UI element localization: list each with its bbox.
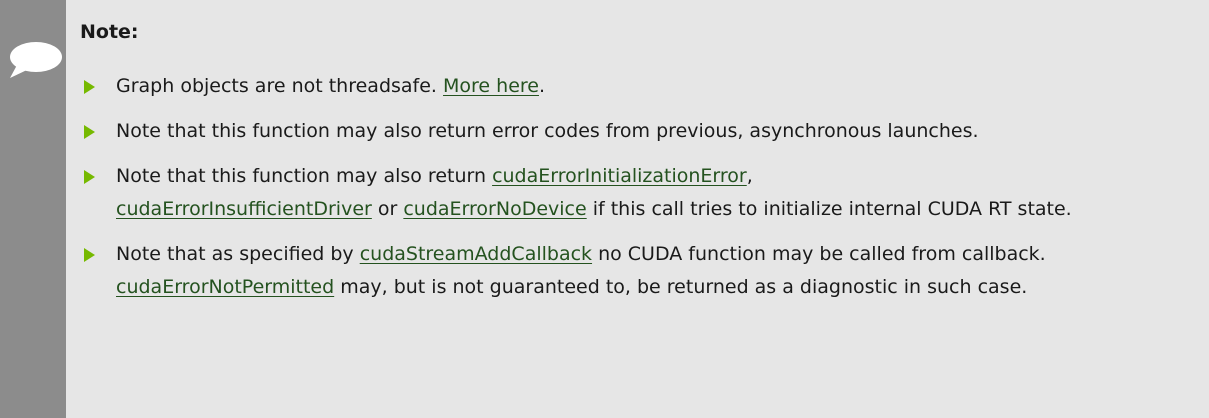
cuda-error-insufficient-driver-link[interactable]: cudaErrorInsufficientDriver [116,198,372,220]
bullet-triangle-icon [84,170,95,184]
cuda-error-no-device-link[interactable]: cudaErrorNoDevice [403,198,586,220]
cuda-stream-add-callback-link[interactable]: cudaStreamAddCallback [360,243,592,265]
item-text: . [538,75,546,97]
cuda-error-initialization-error-link[interactable]: cudaErrorInitializationError [492,165,747,187]
list-item: Note that as specified by cudaStreamAddC… [80,238,1200,304]
item-text: , [746,165,753,187]
list-item: Note that this function may also return … [80,160,1200,226]
item-text: or [371,198,404,220]
item-text: may, but is not guaranteed to, be return… [334,276,1028,298]
note-list: Graph objects are not threadsafe. More h… [80,70,1200,316]
note-title: Note: [80,21,139,43]
cuda-error-not-permitted-link[interactable]: cudaErrorNotPermitted [116,276,334,298]
bullet-triangle-icon [84,80,95,94]
more-here-link[interactable]: More here [443,75,539,97]
bullet-triangle-icon [84,248,95,262]
list-item: Note that this function may also return … [80,115,1200,148]
item-text: no CUDA function may be called from call… [592,243,1046,265]
item-text: Note that this function may also return … [116,120,979,142]
list-item: Graph objects are not threadsafe. More h… [80,70,1200,103]
speech-bubble-icon [10,42,62,78]
item-text: Graph objects are not threadsafe. [116,75,444,97]
note-box: Note: Graph objects are not threadsafe. … [0,0,1209,418]
item-text: if this call tries to initialize interna… [586,198,1072,220]
bullet-triangle-icon [84,125,95,139]
item-text: Note that as specified by [116,243,360,265]
note-gutter [0,0,66,418]
item-text: Note that this function may also return [116,165,493,187]
